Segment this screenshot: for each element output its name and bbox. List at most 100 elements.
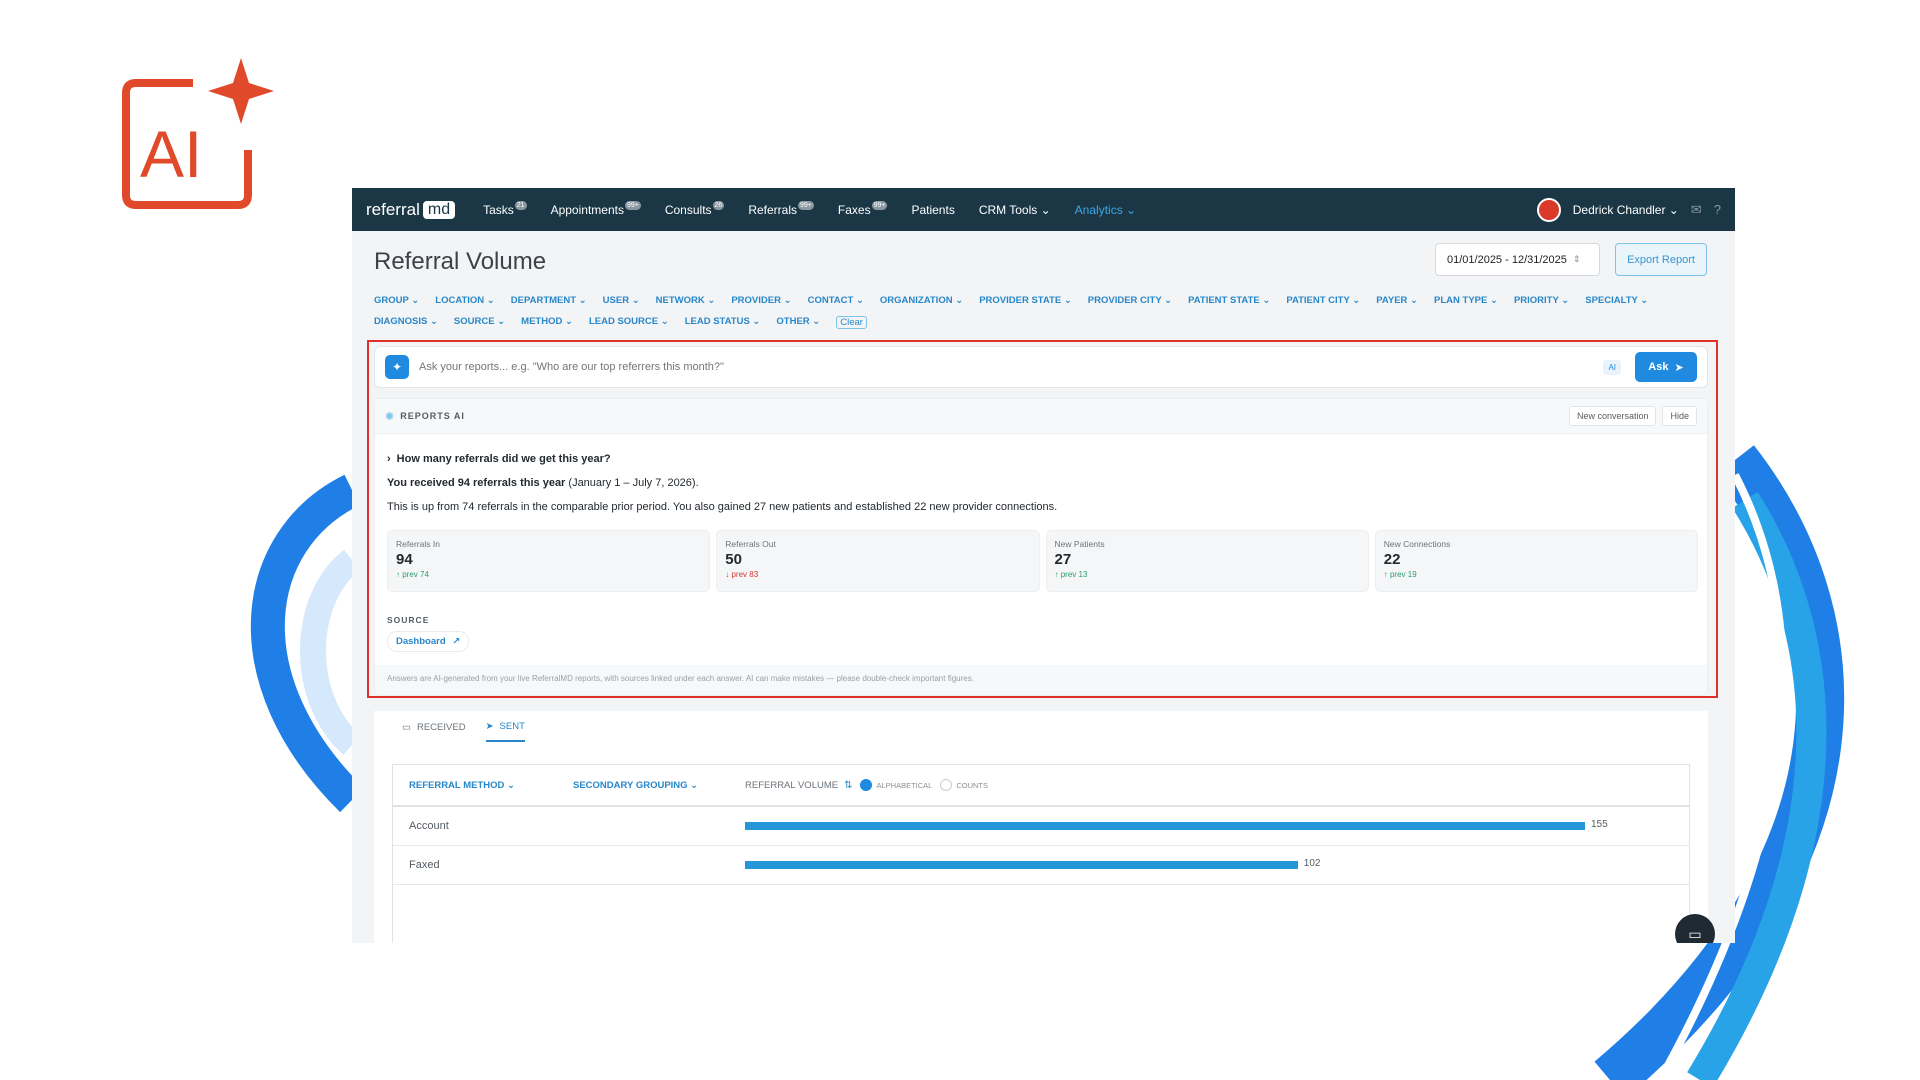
filter-location[interactable]: LOCATION ⌄ xyxy=(435,295,495,306)
radio-dot-checked xyxy=(860,779,873,791)
stat-value: 94 xyxy=(396,551,413,568)
nav-badge: 99+ xyxy=(798,200,814,210)
brand-logo[interactable]: referral md xyxy=(366,199,456,220)
date-range-value: 01/01/2025 - 12/31/2025 xyxy=(1447,253,1567,266)
promo-canvas: AI referral md Tasks 21 Appointments 99+ C… xyxy=(0,0,1920,1080)
nav-badge: 26 xyxy=(712,200,725,210)
nav-label: Faxes xyxy=(837,202,871,217)
stat-card: New Patients 27 ↑ prev 13 xyxy=(1045,530,1369,592)
report-header: REFERRAL METHOD ⌄ SECONDARY GROUPING ⌄ R… xyxy=(393,765,1689,807)
referral-method-dropdown[interactable]: REFERRAL METHOD ⌄ xyxy=(409,780,573,791)
date-range-picker[interactable]: 01/01/2025 - 12/31/2025 ⇕ xyxy=(1435,243,1600,276)
filter-source[interactable]: SOURCE ⌄ xyxy=(454,316,505,329)
filter-group[interactable]: GROUP ⌄ xyxy=(374,295,419,306)
chat-icon[interactable]: ▭ xyxy=(1675,914,1715,943)
nav-badge: 99+ xyxy=(871,200,888,210)
brand-text: referral xyxy=(366,199,420,219)
sparkle-icon: ✦ xyxy=(385,355,409,379)
stat-prev: ↑ prev 19 xyxy=(1383,570,1417,579)
filter-payer[interactable]: PAYER ⌄ xyxy=(1376,295,1418,306)
stat-prev: ↑ prev 74 xyxy=(396,570,429,579)
ask-button[interactable]: Ask ➤ xyxy=(1635,352,1697,382)
mail-icon[interactable]: ✉ xyxy=(1691,202,1702,218)
filter-organization[interactable]: ORGANIZATION ⌄ xyxy=(880,295,963,306)
stat-label: Referrals Out xyxy=(725,539,776,549)
filter-plan-type[interactable]: PLAN TYPE ⌄ xyxy=(1434,295,1498,306)
ask-button-label: Ask xyxy=(1648,361,1669,373)
nav-label: Appointments xyxy=(550,202,624,217)
nav-faxes[interactable]: Faxes 99+ xyxy=(837,200,888,217)
dashboard-link[interactable]: Dashboard ↗ xyxy=(387,631,470,652)
filter-department[interactable]: DEPARTMENT ⌄ xyxy=(511,295,587,306)
nav-patients[interactable]: Patients xyxy=(911,203,954,217)
nav-badge: 21 xyxy=(514,200,527,210)
nav-tasks[interactable]: Tasks 21 xyxy=(483,200,527,217)
ai-answer-summary: You received 94 referrals this year (Jan… xyxy=(387,477,699,489)
nav-crm-tools[interactable]: CRM Tools ⌄ xyxy=(979,203,1051,217)
table-row[interactable]: Account 155 xyxy=(393,807,1689,846)
new-conversation-button[interactable]: New conversation xyxy=(1568,406,1657,426)
avatar[interactable] xyxy=(1536,197,1561,222)
filter-lead-status[interactable]: LEAD STATUS ⌄ xyxy=(685,316,761,329)
stat-value: 27 xyxy=(1054,551,1072,568)
tab-sent[interactable]: ➤ SENT xyxy=(485,721,525,742)
filter-provider-state[interactable]: PROVIDER STATE ⌄ xyxy=(979,295,1072,306)
secondary-grouping-dropdown[interactable]: SECONDARY GROUPING ⌄ xyxy=(573,780,745,791)
app-window: referral md Tasks 21 Appointments 99+ Cons… xyxy=(352,188,1735,943)
stat-card: New Connections 22 ↑ prev 19 xyxy=(1374,530,1698,592)
export-report-button[interactable]: Export Report xyxy=(1615,243,1707,276)
filter-diagnosis[interactable]: DIAGNOSIS ⌄ xyxy=(374,316,438,329)
filter-patient-city[interactable]: PATIENT CITY ⌄ xyxy=(1286,295,1360,306)
ask-bar: ✦ AI Ask ➤ xyxy=(374,346,1708,388)
nav-label: CRM Tools ⌄ xyxy=(978,202,1051,217)
user-menu[interactable]: Dedrick Chandler ⌄ xyxy=(1573,203,1679,217)
tab-received[interactable]: ▭ RECEIVED xyxy=(402,721,466,742)
bar-value: 102 xyxy=(1303,858,1321,869)
radio-label: ALPHABETICAL xyxy=(876,780,933,790)
bar-track: 155 xyxy=(745,819,1655,830)
filter-specialty[interactable]: SPECIALTY ⌄ xyxy=(1585,295,1648,306)
help-icon[interactable]: ? xyxy=(1714,202,1721,217)
radio-dot xyxy=(940,779,953,791)
nav-label: Patients xyxy=(911,202,955,217)
nav-label: Referrals xyxy=(748,202,798,217)
filter-contact[interactable]: CONTACT ⌄ xyxy=(808,295,864,306)
nav-consults[interactable]: Consults 26 xyxy=(665,200,725,217)
filter-method[interactable]: METHOD ⌄ xyxy=(521,316,573,329)
external-link-icon: ↗ xyxy=(452,636,461,647)
nav-referrals[interactable]: Referrals 99+ xyxy=(748,200,814,217)
filter-lead-source[interactable]: LEAD SOURCE ⌄ xyxy=(589,316,669,329)
stat-label: New Patients xyxy=(1054,539,1105,549)
chevron-right-icon: › xyxy=(387,453,391,465)
sort-alphabetical-radio[interactable]: ALPHABETICAL xyxy=(860,779,932,791)
nav-appointments[interactable]: Appointments 99+ xyxy=(550,200,641,217)
sort-counts-radio[interactable]: COUNTS xyxy=(940,779,988,791)
filter-provider[interactable]: PROVIDER ⌄ xyxy=(731,295,791,306)
reports-ai-label: REPORTS AI xyxy=(400,411,465,421)
table-row[interactable]: Faxed 102 xyxy=(393,846,1689,885)
filter-priority[interactable]: PRIORITY ⌄ xyxy=(1514,295,1569,306)
ai-question-text: How many referrals did we get this year? xyxy=(396,453,611,465)
hide-button[interactable]: Hide xyxy=(1662,406,1697,426)
sort-icon[interactable]: ⇅ xyxy=(844,780,852,791)
inbox-icon: ▭ xyxy=(402,722,411,733)
filter-provider-city[interactable]: PROVIDER CITY ⌄ xyxy=(1088,295,1172,306)
tab-label: SENT xyxy=(499,721,525,732)
ai-question[interactable]: › How many referrals did we get this year… xyxy=(387,453,611,465)
stat-card: Referrals Out 50 ↓ prev 83 xyxy=(716,530,1040,592)
ask-input[interactable] xyxy=(419,361,1604,373)
filter-user[interactable]: USER ⌄ xyxy=(603,295,640,306)
nav-badge: 99+ xyxy=(624,200,641,210)
reports-ai-panel: ✺ REPORTS AI New conversation Hide › How … xyxy=(374,398,1708,696)
filter-patient-state[interactable]: PATIENT STATE ⌄ xyxy=(1188,295,1270,306)
filter-clear-button[interactable]: Clear xyxy=(836,316,867,329)
ai-logo-icon: AI xyxy=(122,58,274,209)
ai-disclaimer: Answers are AI-generated from your live … xyxy=(375,665,1707,695)
page-body: Referral Volume 01/01/2025 - 12/31/2025 … xyxy=(352,231,1735,943)
ai-tag: AI xyxy=(1603,359,1621,375)
stat-prev: ↓ prev 83 xyxy=(725,570,759,579)
stat-prev: ↑ prev 13 xyxy=(1054,570,1088,579)
filter-other[interactable]: OTHER ⌄ xyxy=(776,316,820,329)
filter-network[interactable]: NETWORK ⌄ xyxy=(656,295,716,306)
nav-analytics[interactable]: Analytics ⌄ xyxy=(1075,203,1136,217)
